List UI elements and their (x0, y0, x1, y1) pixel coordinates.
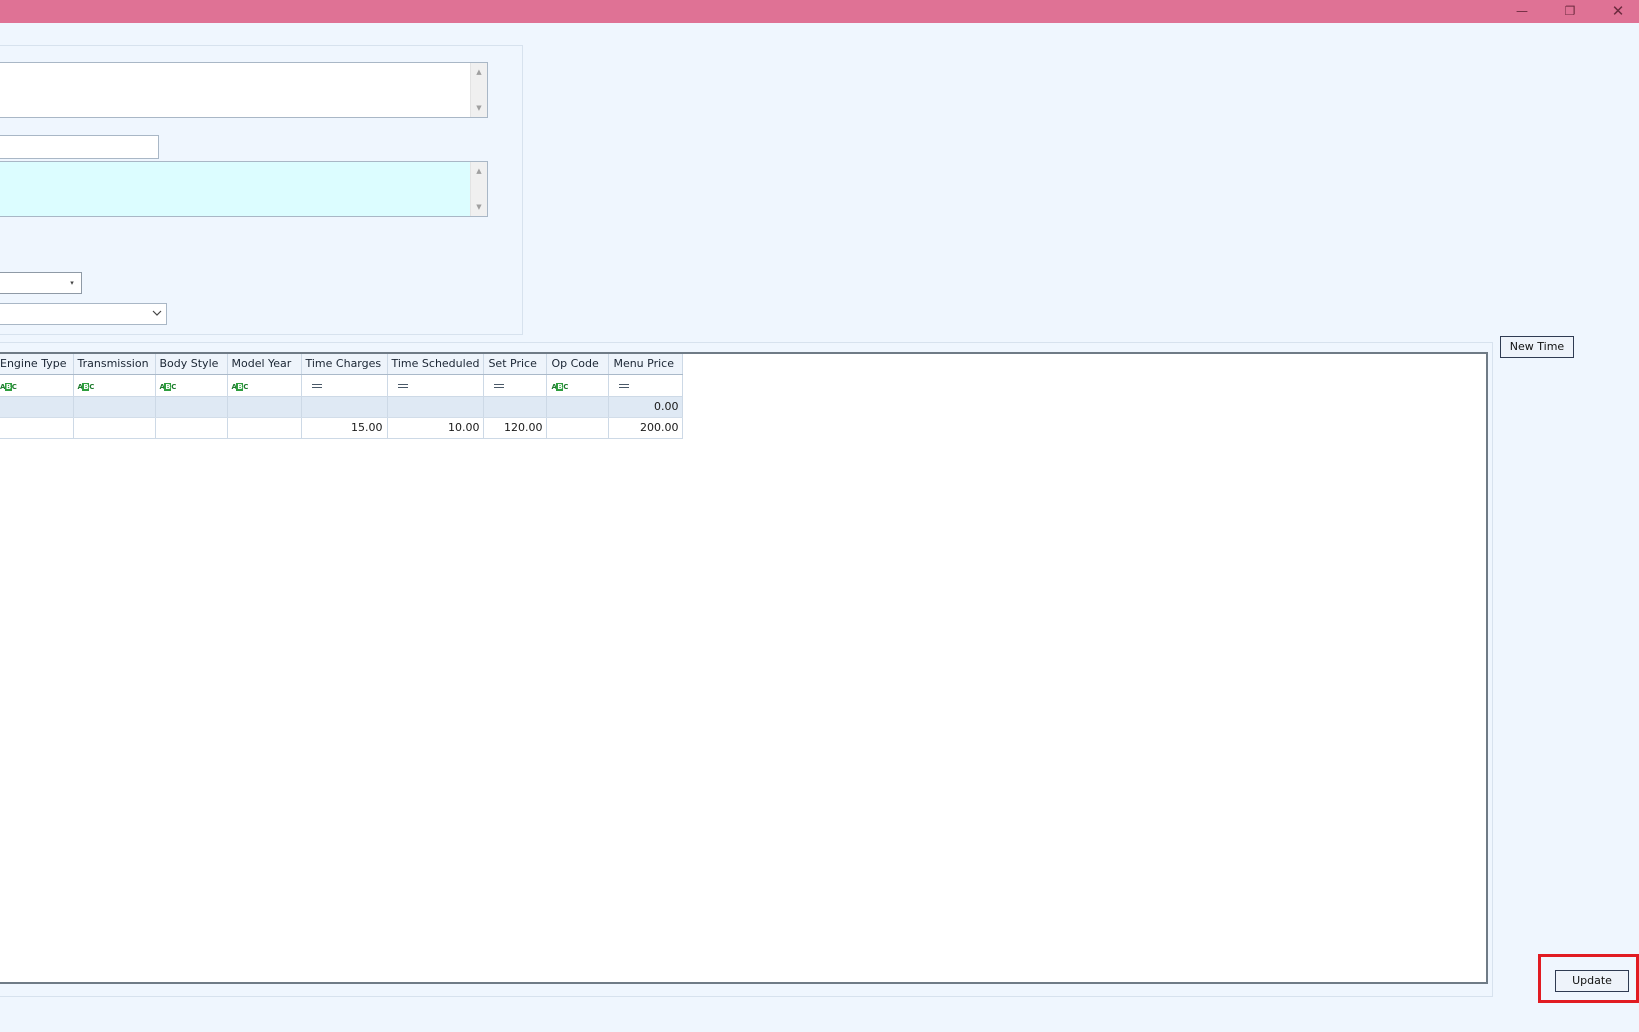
cell-transmission[interactable] (73, 417, 156, 439)
cell-op-code[interactable] (546, 396, 610, 418)
filter-cell-op-code[interactable]: ABC (546, 374, 610, 397)
cell-body-style[interactable] (155, 417, 228, 439)
restore-icon[interactable]: ❐ (1547, 0, 1593, 23)
notes-memo[interactable]: ▲ ▼ (0, 161, 488, 217)
cell-body-style[interactable] (155, 396, 228, 418)
grid-table: Engine Type Transmission Body Style Mode… (0, 354, 684, 439)
cell-model-year[interactable] (227, 396, 302, 418)
filter-cell-time-scheduled[interactable] (387, 374, 485, 397)
scroll-up-arrow-icon[interactable]: ▲ (471, 65, 487, 79)
cell-time-scheduled[interactable]: 10.00 (387, 417, 485, 439)
dropdown-arrow-icon[interactable]: ▾ (66, 273, 78, 293)
cell-time-charges[interactable] (301, 396, 388, 418)
cell-menu-price[interactable]: 0.00 (608, 396, 684, 418)
cell-model-year[interactable] (227, 417, 302, 439)
grid-filter-row: ABC ABC ABC ABC ABC (0, 374, 684, 397)
lookup-combo[interactable]: ▾ (0, 272, 82, 294)
filter-cell-body-style[interactable]: ABC (155, 374, 228, 397)
column-header-time-charges[interactable]: Time Charges (301, 354, 388, 375)
description-memo[interactable]: ▲ ▼ (0, 62, 488, 118)
cell-transmission[interactable] (73, 396, 156, 418)
minimize-icon[interactable]: — (1499, 0, 1545, 23)
scroll-down-arrow-icon[interactable]: ▼ (471, 200, 487, 214)
cell-time-charges[interactable]: 15.00 (301, 417, 388, 439)
scroll-down-arrow-icon[interactable]: ▼ (471, 101, 487, 115)
column-header-time-scheduled[interactable]: Time Scheduled (387, 354, 485, 375)
filter-cell-transmission[interactable]: ABC (73, 374, 156, 397)
notes-scrollbar[interactable]: ▲ ▼ (470, 162, 487, 216)
description-scrollbar[interactable]: ▲ ▼ (470, 63, 487, 117)
cell-menu-price[interactable]: 200.00 (608, 417, 684, 439)
equals-filter-icon[interactable] (619, 383, 630, 388)
equals-filter-icon[interactable] (494, 383, 505, 388)
filter-cell-engine-type[interactable]: ABC (0, 374, 74, 397)
labor-time-grid[interactable]: Engine Type Transmission Body Style Mode… (0, 352, 1488, 984)
update-button[interactable]: Update (1555, 970, 1629, 992)
new-time-button[interactable]: New Time (1500, 336, 1574, 358)
cell-op-code[interactable] (546, 417, 610, 439)
column-header-body-style[interactable]: Body Style (155, 354, 228, 375)
table-row[interactable]: 15.00 10.00 120.00 200.00 (0, 417, 684, 439)
filter-cell-menu-price[interactable] (608, 374, 684, 397)
select-combo[interactable] (0, 303, 167, 325)
column-header-model-year[interactable]: Model Year (227, 354, 302, 375)
cell-set-price[interactable]: 120.00 (483, 417, 548, 439)
cell-engine-type[interactable] (0, 396, 74, 418)
text-filter-icon[interactable]: ABC (78, 382, 94, 391)
grid-header-row: Engine Type Transmission Body Style Mode… (0, 354, 684, 375)
column-header-menu-price[interactable]: Menu Price (608, 354, 684, 375)
text-filter-icon[interactable]: ABC (160, 382, 176, 391)
column-header-set-price[interactable]: Set Price (483, 354, 548, 375)
column-header-transmission[interactable]: Transmission (73, 354, 156, 375)
equals-filter-icon[interactable] (311, 383, 322, 388)
equals-filter-icon[interactable] (397, 383, 408, 388)
cell-engine-type[interactable] (0, 417, 74, 439)
scroll-up-arrow-icon[interactable]: ▲ (471, 164, 487, 178)
filter-cell-model-year[interactable]: ABC (227, 374, 302, 397)
chevron-down-icon[interactable] (151, 304, 163, 324)
cell-set-price[interactable] (483, 396, 548, 418)
close-icon[interactable]: ✕ (1595, 0, 1639, 23)
text-filter-icon[interactable]: ABC (0, 382, 17, 391)
cell-time-scheduled[interactable] (387, 396, 485, 418)
table-row[interactable]: 0.00 (0, 396, 684, 418)
column-header-op-code[interactable]: Op Code (546, 354, 610, 375)
column-header-engine-type[interactable]: Engine Type (0, 354, 74, 375)
text-field[interactable] (0, 135, 159, 159)
title-bar: — ❐ ✕ (0, 0, 1639, 23)
filter-cell-time-charges[interactable] (301, 374, 388, 397)
text-filter-icon[interactable]: ABC (551, 382, 568, 391)
details-form-panel: ▲ ▼ ▲ ▼ ▾ (0, 45, 523, 335)
filter-cell-set-price[interactable] (483, 374, 548, 397)
text-filter-icon[interactable]: ABC (232, 382, 248, 391)
